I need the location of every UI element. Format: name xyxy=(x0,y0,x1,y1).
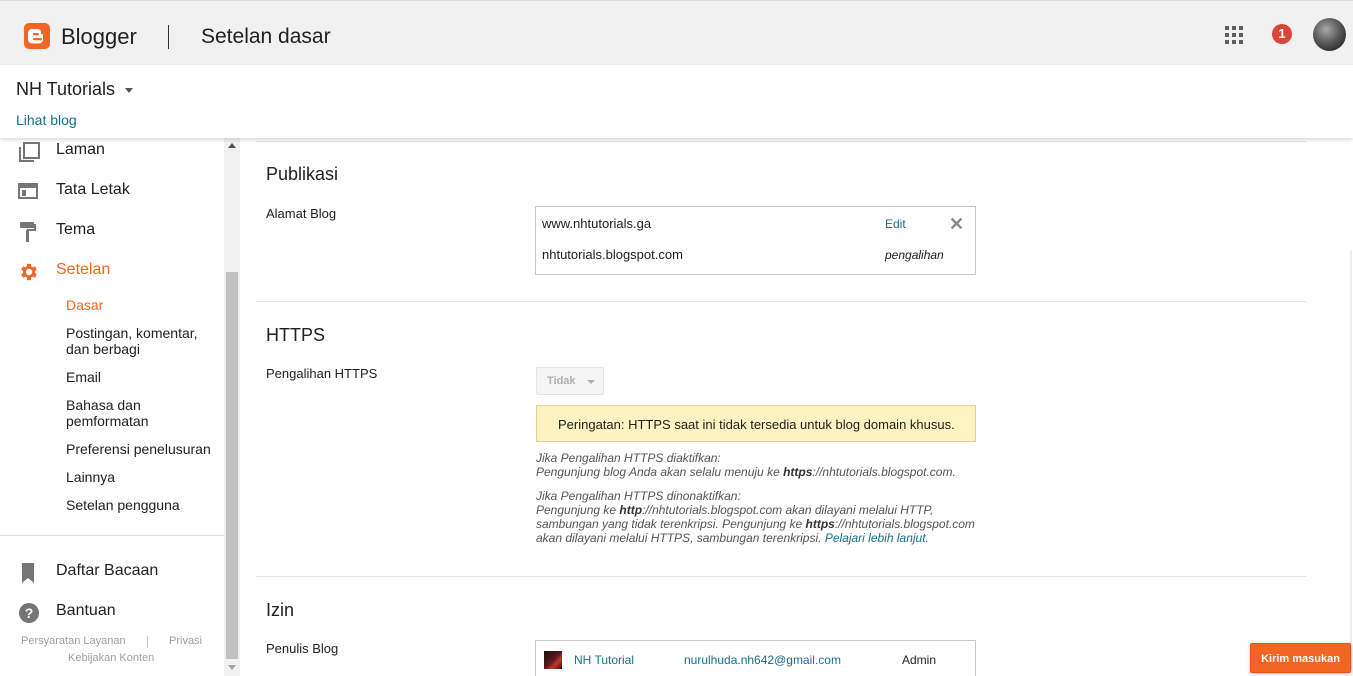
field-label-penulis-blog: Penulis Blog xyxy=(266,641,339,656)
help-heading: Jika Pengalihan HTTPS dinonaktifkan: xyxy=(536,489,741,503)
page-title: Setelan dasar xyxy=(201,25,331,48)
blog-authors-table: NH Tutorial nurulhuda.nh642@gmail.com Ad… xyxy=(535,640,976,676)
sidebar-item-label: Tata Letak xyxy=(56,181,130,198)
sidebar-item-tata-letak[interactable]: Tata Letak xyxy=(0,178,224,208)
sidebar-subitem-postingan[interactable]: Postingan, komentar, dan berbagi xyxy=(66,325,216,357)
author-avatar xyxy=(544,651,562,669)
send-feedback-button[interactable]: Kirim masukan xyxy=(1250,643,1351,673)
sidebar-subitem-email[interactable]: Email xyxy=(66,369,216,385)
gear-icon xyxy=(18,261,38,281)
svg-text:?: ? xyxy=(25,605,34,621)
https-enabled-help: Jika Pengalihan HTTPS diaktifkan: Pengun… xyxy=(536,451,986,479)
help-body: Pengunjung blog Anda akan selalu menuju … xyxy=(536,465,956,479)
author-name-link[interactable]: NH Tutorial xyxy=(574,653,634,667)
view-blog-link[interactable]: Lihat blog xyxy=(16,112,77,128)
sidebar: Laman Tata Letak Tema Setelan Dasar Post… xyxy=(0,138,224,676)
scroll-up-arrow-icon[interactable] xyxy=(228,143,236,148)
chevron-down-icon xyxy=(587,380,595,384)
section-title-publikasi: Publikasi xyxy=(266,164,339,184)
author-email-link[interactable]: nurulhuda.nh642@gmail.com xyxy=(684,653,841,667)
pages-icon xyxy=(18,141,40,162)
sidebar-subitem-bahasa[interactable]: Bahasa dan pemformatan xyxy=(66,397,216,429)
chevron-down-icon[interactable] xyxy=(125,88,133,93)
sidebar-item-label: Setelan xyxy=(56,261,111,278)
sidebar-item-label: Daftar Bacaan xyxy=(56,562,159,579)
redirect-note: pengalihan xyxy=(885,248,944,262)
terms-link[interactable]: Persyaratan Layanan xyxy=(21,635,126,647)
sidebar-divider xyxy=(0,535,224,536)
warning-text: Peringatan: HTTPS saat ini tidak tersedi… xyxy=(558,417,955,432)
blog-address-box: www.nhtutorials.ga Edit ✕ nhtutorials.bl… xyxy=(535,206,976,275)
section-title-https: HTTPS xyxy=(266,325,326,345)
layout-icon xyxy=(18,181,38,201)
avatar[interactable] xyxy=(1313,18,1346,51)
close-icon[interactable]: ✕ xyxy=(949,214,964,235)
blogger-logo-icon[interactable] xyxy=(24,23,50,49)
blog-selector[interactable]: NH Tutorials xyxy=(16,79,115,100)
help-body: Pengunjung ke http://nhtutorials.blogspo… xyxy=(536,503,975,545)
field-label-https-redirect: Pengalihan HTTPS xyxy=(266,366,378,381)
sidebar-subitem-preferensi[interactable]: Preferensi penelusuran xyxy=(66,441,216,457)
sidebar-item-setelan[interactable]: Setelan xyxy=(0,258,224,288)
blog-selector-bar: NH Tutorials Lihat blog xyxy=(0,65,1353,138)
https-redirect-dropdown[interactable]: Tidak xyxy=(536,367,604,395)
scroll-down-arrow-icon[interactable] xyxy=(228,665,236,670)
page-scrollbar[interactable] xyxy=(1350,250,1352,670)
blogspot-domain: nhtutorials.blogspot.com xyxy=(542,247,683,262)
sidebar-item-label: Tema xyxy=(56,221,96,238)
help-icon: ? xyxy=(18,602,39,623)
top-bar: Blogger Setelan dasar 1 xyxy=(0,0,1353,65)
learn-more-link[interactable]: Pelajari lebih lanjut. xyxy=(825,531,929,545)
sidebar-item-laman[interactable]: Laman xyxy=(0,138,224,168)
sidebar-subitem-pengguna[interactable]: Setelan pengguna xyxy=(66,497,216,513)
section-divider xyxy=(256,301,1306,302)
sidebar-item-bantuan[interactable]: ? Bantuan xyxy=(0,599,224,629)
field-label-alamat-blog: Alamat Blog xyxy=(266,206,337,221)
header-divider xyxy=(168,25,169,49)
sidebar-subitem-dasar[interactable]: Dasar xyxy=(66,297,216,313)
https-disabled-help: Jika Pengalihan HTTPS dinonaktifkan: Pen… xyxy=(536,489,986,545)
settings-main: Publikasi Alamat Blog www.nhtutorials.ga… xyxy=(240,138,1353,676)
brand-name[interactable]: Blogger xyxy=(61,24,137,50)
sidebar-item-daftar-bacaan[interactable]: Daftar Bacaan xyxy=(0,559,224,589)
content-policy-link[interactable]: Kebijakan Konten xyxy=(68,652,154,664)
section-title-izin: Izin xyxy=(266,600,295,620)
sidebar-subitem-lainnya[interactable]: Lainnya xyxy=(66,469,216,485)
section-divider xyxy=(256,141,1306,142)
apps-grid-icon[interactable] xyxy=(1225,26,1243,44)
sidebar-item-tema[interactable]: Tema xyxy=(0,218,224,248)
sidebar-item-label: Laman xyxy=(56,141,105,158)
help-heading: Jika Pengalihan HTTPS diaktifkan: xyxy=(536,451,721,465)
https-warning-banner: Peringatan: HTTPS saat ini tidak tersedi… xyxy=(536,405,976,442)
scrollbar-thumb[interactable] xyxy=(226,272,238,659)
paint-roller-icon xyxy=(18,221,38,242)
footer-divider xyxy=(147,636,148,648)
notification-badge[interactable]: 1 xyxy=(1272,24,1292,44)
author-role[interactable]: Admin xyxy=(902,653,936,667)
bookmark-icon xyxy=(18,562,38,583)
edit-domain-link[interactable]: Edit xyxy=(885,217,906,231)
sidebar-item-label: Bantuan xyxy=(56,602,116,619)
custom-domain: www.nhtutorials.ga xyxy=(542,216,652,231)
privacy-link[interactable]: Privasi xyxy=(169,635,202,647)
section-divider xyxy=(256,576,1306,577)
dropdown-value: Tidak xyxy=(547,375,576,387)
